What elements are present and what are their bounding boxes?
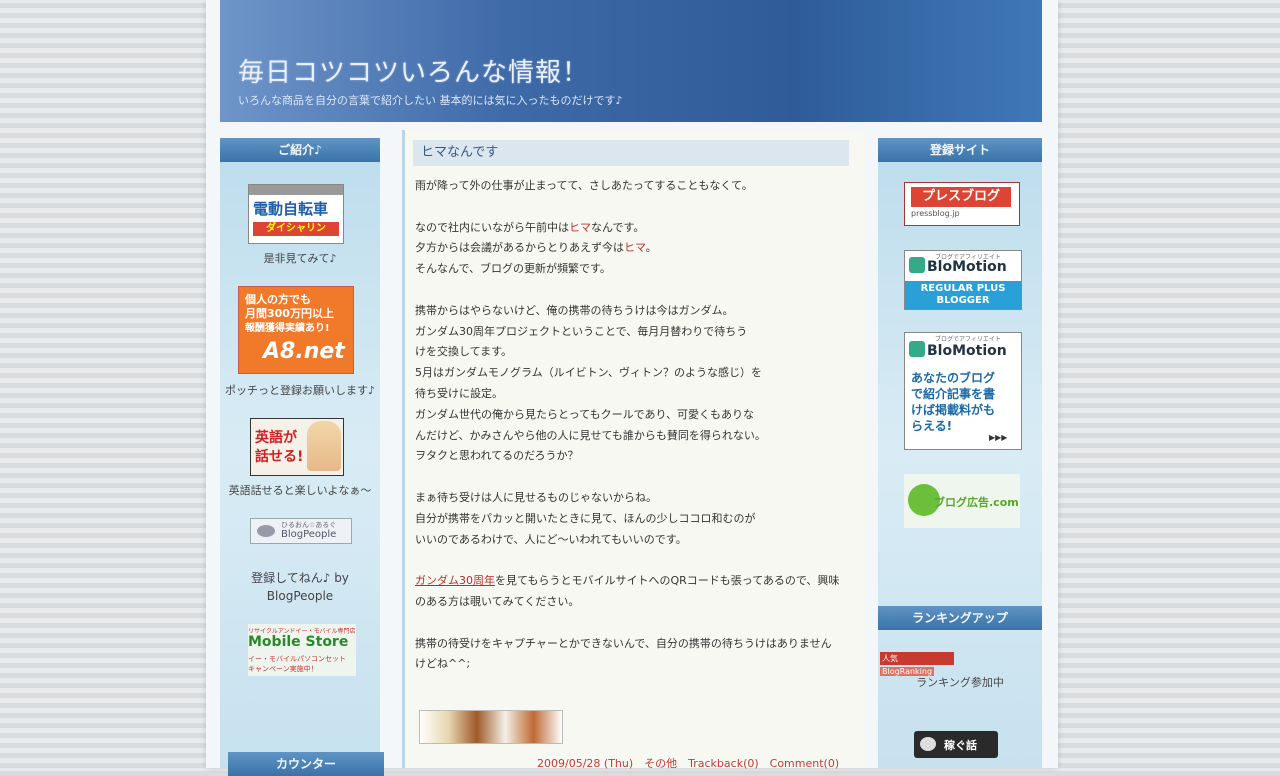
kasegu-logo-icon (920, 737, 936, 751)
blogpeople-caption-line1: 登録してねん♪ by (251, 571, 349, 585)
post-line: いいのであるわけで、人にど～いわれてもいいのです。 (415, 532, 687, 546)
text: 夕方からは会議があるからとりあえず今は (415, 241, 624, 255)
pressblog-banner[interactable]: プレスブログ pressblog.jp (904, 182, 1020, 226)
biomotion-line1: REGULAR PLUS (920, 283, 1006, 294)
blog-koukoku-banner[interactable]: ブログ広告.com (904, 474, 1020, 528)
a8net-logo: A8.net (263, 339, 345, 364)
biomotion-banner-2[interactable]: ブログでアフィリエイト BloMotion あなたのブログ で紹介記事を書 けば… (904, 332, 1022, 450)
post-line: ヲタクと思われてるのだろうか？ (415, 449, 579, 463)
blogpeople-banner[interactable]: ひるおん☆あるぐ BlogPeople (250, 518, 352, 544)
blogpeople-caption-line2[interactable]: BlogPeople (220, 589, 380, 603)
biomotion2-tagline: ブログでアフィリエイト (935, 336, 1001, 343)
gundam-30th-link[interactable]: ガンダム30周年 (415, 574, 495, 587)
arrows-icon: ▶▶▶ (989, 433, 1008, 442)
mobile-store-banner[interactable]: リサイクルアンドイー・モバイル専門店 Mobile Store イー・モバイルパ… (248, 624, 356, 676)
kasegu-banner[interactable]: 稼ぐ話 (914, 731, 998, 758)
pressblog-url: pressblog.jp (911, 209, 960, 218)
english-caption: 英語話せると楽しいよなぁ～ (228, 484, 372, 497)
right-sidebar-heading: 登録サイト (878, 138, 1042, 162)
biomotion2-line2: で紹介記事を書 (911, 387, 996, 401)
post-line: まぁ待ち受けは人に見せるものじゃないからね。 (415, 490, 657, 504)
post-line: んだけど、かみさんやら他の人に見せても誰からも賛同を得られない。 (415, 428, 766, 442)
post-line: 携帯の待受けをキャプチャーとかできないんで、自分の携帯の待ちうけはありません (415, 636, 832, 650)
post-line: 携帯からはやらないけど、俺の携帯の待ちうけは今はガンダム。 (415, 303, 734, 317)
english-line1: 英語が (255, 430, 297, 446)
post-body: 雨が降って外の仕事が止まってて、さしあたってすることもなくて。 なので社内にいな… (415, 176, 860, 675)
blog-header: 毎日コツコツいろんな情報！ いろんな商品を自分の言葉で紹介したい 基本的には気に… (220, 0, 1042, 122)
english-line2: 話せる! (255, 449, 304, 465)
cat-banner-image[interactable] (419, 710, 563, 744)
a8net-banner[interactable]: 個人の方でも 月間300万円以上 報酬獲得実績あり! A8.net (238, 286, 354, 374)
biomotion-line2: BLOGGER (936, 295, 990, 306)
text: なので社内にいながら午前中は (415, 220, 569, 234)
post-footer[interactable]: 2009/05/28 (Thu) その他 Trackback(0) Commen… (537, 755, 839, 771)
post-line: 待ち受けに設定。 (415, 386, 503, 400)
counter-heading: カウンター (228, 752, 384, 776)
mobile-store-brand: Mobile Store (248, 634, 349, 650)
text: なんです。 (591, 220, 645, 234)
biomotion-logo-icon (909, 257, 925, 273)
bicycle-banner-line1: 電動自転車 (253, 200, 329, 218)
post-line: そんなんで、ブログの更新が頻繁です。 (415, 262, 611, 276)
woman-photo (307, 421, 341, 471)
post-paragraph: 雨が降って外の仕事が止まってて、さしあたってすることもなくて。 (415, 179, 753, 192)
kasegu-text: 稼ぐ話 (944, 739, 977, 752)
blogranking-badge[interactable]: 人気BlogRanking (880, 652, 954, 676)
biomotion2-line4: らえる! (911, 419, 953, 433)
blog-post: ヒマなんです 雨が降って外の仕事が止まってて、さしあたってすることもなくて。 な… (402, 130, 865, 771)
post-line: なので社内にいながら午前中はヒマなんです。 (415, 218, 860, 239)
english-banner[interactable]: 英語が 話せる! (250, 418, 344, 476)
blogpeople-logo-icon (257, 525, 275, 537)
post-line: 夕方からは会議があるからとりあえず今はヒマ。 (415, 238, 860, 259)
ranking-caption: ランキング参加中 (916, 676, 1004, 689)
blog-subtitle: いろんな商品を自分の言葉で紹介したい 基本的には気に入ったものだけです♪ (238, 94, 623, 107)
post-title[interactable]: ヒマなんです (413, 140, 849, 166)
bicycle-banner-line2: ダイシャリン (253, 222, 339, 236)
post-line: 5月はガンダムモノグラム（ルイビトン、ヴィトン？のような感じ）を (415, 366, 763, 380)
biomotion2-line3: けば掲載料がも (911, 403, 996, 417)
post-line: けどね^^; (415, 657, 471, 671)
post-line: 自分が携帯をパカッと開いたときに見て、ほんの少しココロ和むのが (415, 511, 756, 525)
text: 。 (645, 241, 657, 255)
biomotion-brand: BloMotion (927, 259, 1007, 275)
post-line: ガンダム30周年プロジェクトということで、毎月月替わりで待ちう (415, 324, 748, 338)
a8net-caption: ポッチっと登録お願いします♪ (224, 384, 376, 397)
ranking-badge-left: 人気 (882, 654, 898, 663)
biomotion2-logo-icon (909, 341, 925, 357)
blog-title[interactable]: 毎日コツコツいろんな情報！ (238, 52, 589, 89)
post-line: けを交換してます。 (415, 345, 513, 359)
pressblog-name: プレスブログ (911, 187, 1011, 207)
highlight-text: ヒマ (624, 241, 646, 255)
biomotion2-line1: あなたのブログ (911, 371, 996, 385)
text: を見てもらうとモバイルサイトへのQRコードも張ってあるので、興味 (495, 574, 840, 588)
biomotion-banner-1[interactable]: ブログでアフィリエイト BloMotion REGULAR PLUS BLOGG… (904, 250, 1022, 310)
bicycle-caption: 是非見てみて♪ (263, 252, 337, 265)
post-line: ガンダム世代の俺から見たらとってもクールであり、可愛くもありな (415, 407, 755, 421)
left-sidebar-heading: ご紹介♪ (220, 138, 380, 162)
a8net-line3: 報酬獲得実績あり! (245, 323, 330, 334)
blog-koukoku-text: ブログ広告.com (934, 496, 1019, 509)
post-line: のある方は覗いてみてください。 (415, 594, 580, 608)
biomotion2-brand: BloMotion (927, 343, 1007, 359)
highlight-text: ヒマ (569, 220, 591, 234)
ranking-heading: ランキングアップ (878, 606, 1042, 630)
mobile-store-line2: キャンペーン実施中！ (248, 665, 318, 673)
post-line: ガンダム30周年を見てもらうとモバイルサイトへのQRコードも張ってあるので、興味 (415, 571, 860, 592)
blogpeople-brand: BlogPeople (281, 529, 337, 540)
mobile-store-line1: イー・モバイルパソコンセット (248, 655, 346, 663)
blog-page: 毎日コツコツいろんな情報！ いろんな商品を自分の言葉で紹介したい 基本的には気に… (206, 0, 1058, 776)
bicycle-banner[interactable]: 電動自転車 ダイシャリン (248, 184, 344, 244)
